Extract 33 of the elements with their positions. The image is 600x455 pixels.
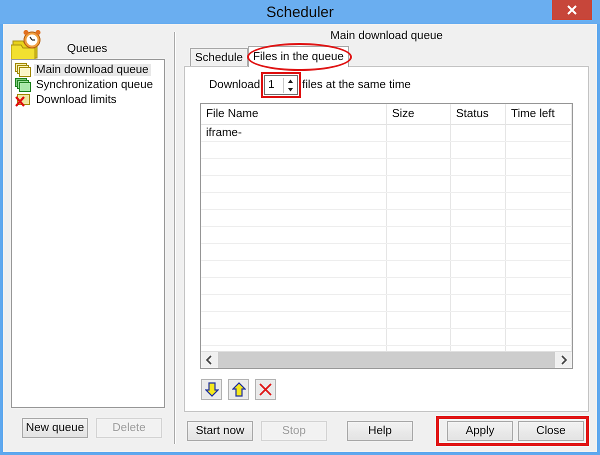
cross-icon xyxy=(259,383,272,396)
queue-item[interactable]: Download limits xyxy=(15,92,119,107)
queues-label: Queues xyxy=(67,43,108,55)
table-cell: iframe- xyxy=(201,125,387,141)
dialog-button[interactable]: Close xyxy=(518,421,584,441)
delete-button[interactable] xyxy=(255,379,276,400)
footer-button[interactable]: Start now xyxy=(187,421,253,441)
dialog-button[interactable]: Apply xyxy=(447,421,513,441)
folder-stack-icon xyxy=(15,62,31,76)
column-header[interactable]: Time left xyxy=(506,104,572,124)
close-icon xyxy=(567,5,577,15)
up-arrow-icon xyxy=(232,382,246,397)
tab[interactable]: Schedule xyxy=(190,48,248,66)
spin-field[interactable]: 1 xyxy=(264,75,298,95)
download-label: Download xyxy=(209,79,260,91)
queue-button[interactable]: New queue xyxy=(22,418,88,438)
down-arrow-icon xyxy=(286,86,296,92)
move-down-button[interactable] xyxy=(201,379,222,400)
close-button[interactable] xyxy=(552,0,592,20)
queue-title: Main download queue xyxy=(329,30,444,43)
window-title: Scheduler xyxy=(266,4,334,20)
folder-cross-icon xyxy=(15,92,31,106)
up-arrow-icon xyxy=(286,78,296,84)
queue-item[interactable]: Synchronization queue xyxy=(15,77,155,92)
move-up-button[interactable] xyxy=(228,379,249,400)
horizontal-scrollbar[interactable] xyxy=(201,351,572,368)
column-header[interactable]: Status xyxy=(451,104,506,124)
column-header[interactable]: Size xyxy=(387,104,451,124)
download-suffix: files at the same time xyxy=(302,79,411,91)
folder-stack-icon xyxy=(15,78,31,92)
column-header[interactable]: File Name xyxy=(201,104,387,124)
footer-button[interactable]: Help xyxy=(347,421,413,441)
down-arrow-icon xyxy=(204,382,218,397)
